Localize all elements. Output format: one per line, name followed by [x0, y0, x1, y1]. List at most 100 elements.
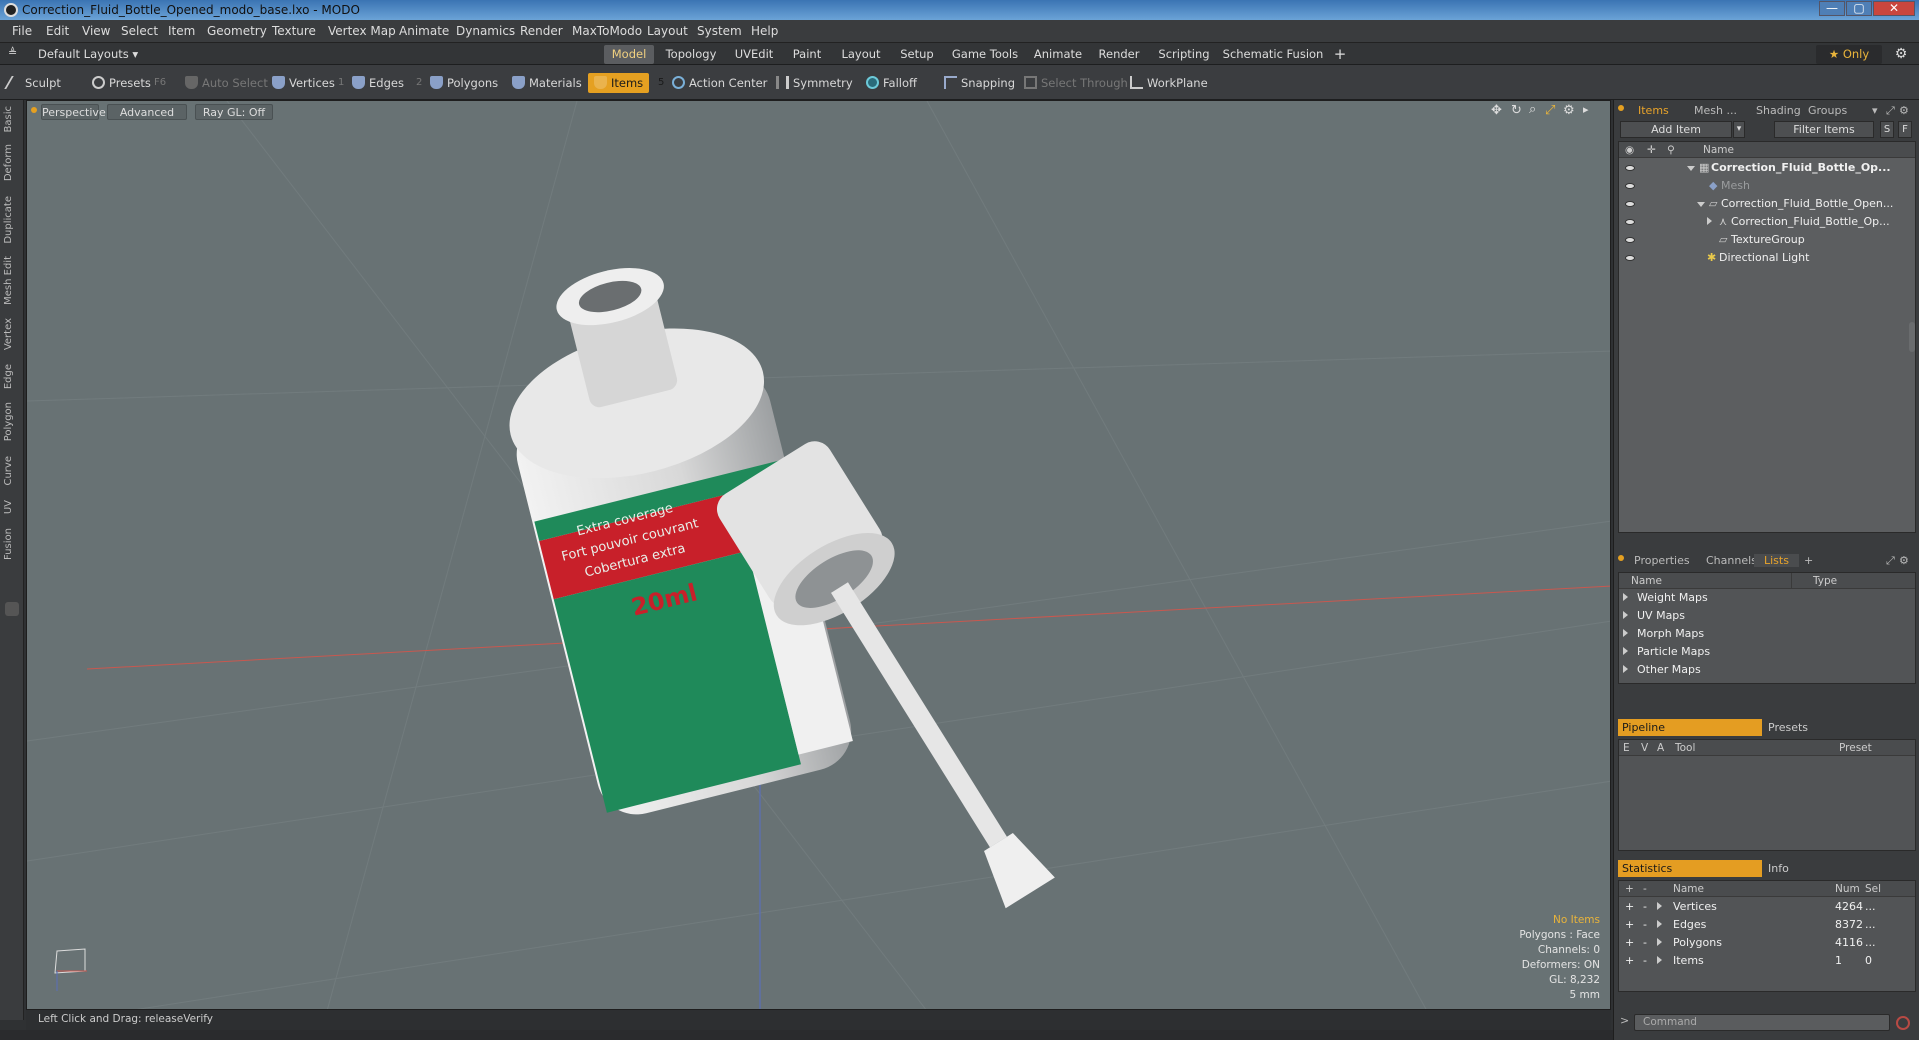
close-button[interactable]: ✕ [1873, 1, 1915, 16]
record-icon[interactable] [1896, 1016, 1910, 1030]
select-through-button[interactable]: Select Through [1024, 73, 1128, 93]
viewport-menu-dot[interactable] [31, 107, 37, 113]
tab-setup[interactable]: Setup [894, 45, 940, 64]
f-toggle-button[interactable]: F [1898, 121, 1912, 138]
expand-icon[interactable] [1623, 611, 1628, 619]
gear-icon[interactable]: ⚙ [1890, 45, 1912, 64]
vtab-basic[interactable]: Basic [3, 106, 21, 132]
vtab-uv[interactable]: UV [3, 500, 21, 514]
remove-icon[interactable]: - [1643, 934, 1647, 952]
advanced-button[interactable]: Advanced [107, 104, 187, 120]
vtab-edge[interactable]: Edge [3, 364, 21, 389]
eye-icon[interactable] [1625, 237, 1635, 243]
add-icon[interactable]: + [1625, 952, 1634, 970]
menu-file[interactable]: File [12, 24, 32, 38]
strip-toggle-button[interactable] [5, 602, 19, 616]
stats-row-polygons[interactable]: + - Polygons 4116 ... [1619, 934, 1915, 952]
pan-icon[interactable]: ✥ [1491, 103, 1502, 118]
tab-lists[interactable]: Lists [1754, 554, 1799, 567]
tab-groups[interactable]: Groups [1808, 104, 1847, 117]
tab-channels[interactable]: Channels [1706, 554, 1757, 567]
expand-icon[interactable] [1623, 665, 1628, 673]
menu-edit[interactable]: Edit [46, 24, 69, 38]
tab-items[interactable]: Items [1638, 104, 1669, 117]
menu-layout[interactable]: Layout [647, 24, 688, 38]
expand-icon[interactable] [1623, 593, 1628, 601]
3d-viewport[interactable]: Extra coverage Fort pouvoir couvrant Cob… [26, 100, 1611, 1010]
list-item[interactable]: UV Maps [1619, 607, 1915, 625]
falloff-button[interactable]: Falloff [866, 73, 917, 93]
tab-shading[interactable]: Shading [1756, 104, 1801, 117]
expand-icon[interactable] [1623, 647, 1628, 655]
command-input[interactable]: Command [1634, 1014, 1890, 1031]
vtab-vertex[interactable]: Vertex [3, 318, 21, 350]
panel-expand-icon[interactable]: ⤢ [1886, 104, 1895, 118]
list-item[interactable]: Morph Maps [1619, 625, 1915, 643]
expand-icon[interactable] [1657, 920, 1662, 928]
eye-icon[interactable] [1625, 255, 1635, 261]
tab-uvedit[interactable]: UVEdit [728, 45, 780, 64]
action-center-button[interactable]: Action Center [672, 73, 767, 93]
items-button[interactable]: Items [588, 73, 650, 93]
panel-gear-icon[interactable]: ⚙ [1899, 104, 1909, 117]
list-item[interactable]: Particle Maps [1619, 643, 1915, 661]
symmetry-button[interactable]: Symmetry [776, 73, 853, 93]
layout-toggle-icon[interactable]: ≜ [8, 46, 17, 59]
materials-button[interactable]: Materials [512, 73, 582, 93]
vertices-button[interactable]: Vertices [272, 73, 335, 93]
menu-geometry[interactable]: Geometry [207, 24, 267, 38]
eye-icon[interactable] [1625, 219, 1635, 225]
layouts-dropdown[interactable]: Default Layouts ▾ [38, 47, 138, 61]
viewport-expand-icon[interactable]: ▸ [1583, 103, 1589, 116]
items-scrollbar[interactable] [1909, 322, 1915, 352]
filter-items-input[interactable]: Filter Items [1774, 121, 1874, 138]
menu-animate[interactable]: Animate [399, 24, 449, 38]
menu-help[interactable]: Help [751, 24, 778, 38]
stats-row-edges[interactable]: + - Edges 8372 ... [1619, 916, 1915, 934]
tab-statistics[interactable]: Statistics [1618, 860, 1762, 877]
remove-icon[interactable]: - [1643, 952, 1647, 970]
vtab-curve[interactable]: Curve [3, 456, 21, 486]
eye-icon[interactable] [1625, 165, 1635, 171]
tab-mesh[interactable]: Mesh ... [1694, 104, 1737, 117]
expand-icon[interactable] [1657, 902, 1662, 910]
add-list-tab-icon[interactable]: + [1804, 554, 1813, 567]
perspective-button[interactable]: Perspective [41, 104, 106, 120]
tree-item[interactable]: ◆ Mesh [1619, 177, 1915, 195]
sculpt-button[interactable]: Sculpt [4, 73, 61, 93]
workplane-button[interactable]: WorkPlane [1130, 73, 1208, 93]
zoom-icon[interactable]: ⌕ [1529, 102, 1536, 117]
presets-button[interactable]: Presets [92, 73, 151, 93]
add-item-button[interactable]: Add Item [1620, 121, 1732, 138]
lists-expand-icon[interactable]: ⤢ [1886, 554, 1895, 568]
collapse-icon[interactable] [1687, 166, 1695, 171]
edges-button[interactable]: Edges [352, 73, 404, 93]
snapping-button[interactable]: Snapping [944, 73, 1015, 93]
expand-icon[interactable] [1623, 629, 1628, 637]
rotate-icon[interactable]: ↻ [1511, 103, 1522, 118]
add-item-dropdown-icon[interactable]: ▾ [1733, 121, 1745, 138]
tree-item[interactable]: ▱ Correction_Fluid_Bottle_Open... [1619, 195, 1915, 213]
tab-presets[interactable]: Presets [1768, 719, 1808, 736]
add-icon[interactable]: + [1625, 934, 1634, 952]
collapse-icon[interactable] [1697, 202, 1705, 207]
menu-item[interactable]: Item [168, 24, 195, 38]
menu-vertex-map[interactable]: Vertex Map [328, 24, 396, 38]
menu-texture[interactable]: Texture [272, 24, 316, 38]
vtab-duplicate[interactable]: Duplicate [3, 196, 21, 244]
maximize-button[interactable]: ▢ [1846, 1, 1872, 16]
remove-icon[interactable]: - [1643, 916, 1647, 934]
tab-game-tools[interactable]: Game Tools [946, 45, 1024, 64]
add-tab-button[interactable]: + [1330, 45, 1350, 64]
tabs-dropdown-icon[interactable]: ▾ [1872, 104, 1878, 117]
tab-topology[interactable]: Topology [660, 45, 722, 64]
polygons-button[interactable]: Polygons [430, 73, 498, 93]
tree-item[interactable]: ▦ Correction_Fluid_Bottle_Op... [1619, 159, 1915, 177]
add-icon[interactable]: + [1625, 916, 1634, 934]
tab-properties[interactable]: Properties [1634, 554, 1690, 567]
tab-animate[interactable]: Animate [1030, 45, 1086, 64]
lists-gear-icon[interactable]: ⚙ [1899, 554, 1909, 567]
expand-icon[interactable] [1657, 956, 1662, 964]
minimize-button[interactable]: — [1819, 1, 1845, 16]
expand-icon[interactable] [1657, 938, 1662, 946]
